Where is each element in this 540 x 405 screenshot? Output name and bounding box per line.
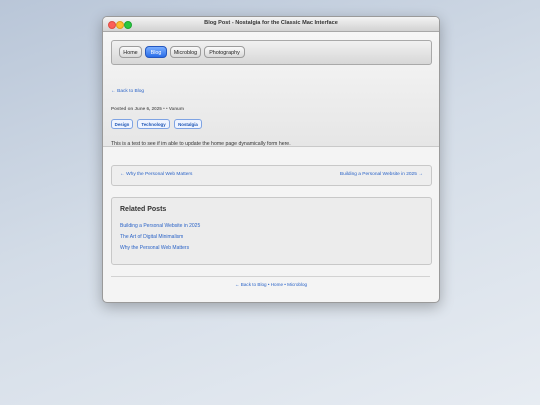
related-post-link[interactable]: The Art of Digital Minimalism <box>120 234 183 240</box>
browser-window: Blog Post - Nostalgia for the Classic Ma… <box>102 16 440 303</box>
nav-bar: Home Blog Microblog Photography <box>111 40 432 65</box>
tag-technology[interactable]: Technology <box>137 119 170 129</box>
post-meta: Posted on June 6, 2025 • • Vanum <box>111 106 184 111</box>
nav-photography-button[interactable]: Photography <box>204 46 245 58</box>
tag-nostalgia[interactable]: Nostalgia <box>174 119 202 129</box>
next-post-link[interactable]: Building a Personal Website in 2025 → <box>340 172 423 177</box>
related-posts-heading: Related Posts <box>120 206 167 213</box>
related-post-link[interactable]: Why the Personal Web Matters <box>120 245 189 251</box>
nav-microblog-button[interactable]: Microblog <box>170 46 201 58</box>
post-navigation: ← Why the Personal Web Matters Building … <box>111 165 432 186</box>
footer-links[interactable]: ← Back to Blog • Home • Microblog <box>103 282 439 287</box>
post-header: Home Blog Microblog Photography ← Back t… <box>103 32 439 147</box>
title-bar[interactable]: Blog Post - Nostalgia for the Classic Ma… <box>103 17 439 32</box>
related-post-link[interactable]: Building a Personal Website in 2025 <box>120 223 200 229</box>
tag-design[interactable]: Design <box>111 119 133 129</box>
nav-blog-button[interactable]: Blog <box>145 46 167 58</box>
previous-post-link[interactable]: ← Why the Personal Web Matters <box>120 172 192 177</box>
footer-divider <box>111 276 430 277</box>
post-body: This is a test to see if im able to upda… <box>111 141 291 147</box>
back-to-blog-link[interactable]: ← Back to Blog <box>111 89 144 94</box>
related-posts: Related Posts Building a Personal Websit… <box>111 197 432 265</box>
window-title: Blog Post - Nostalgia for the Classic Ma… <box>204 20 338 26</box>
nav-home-button[interactable]: Home <box>119 46 142 58</box>
